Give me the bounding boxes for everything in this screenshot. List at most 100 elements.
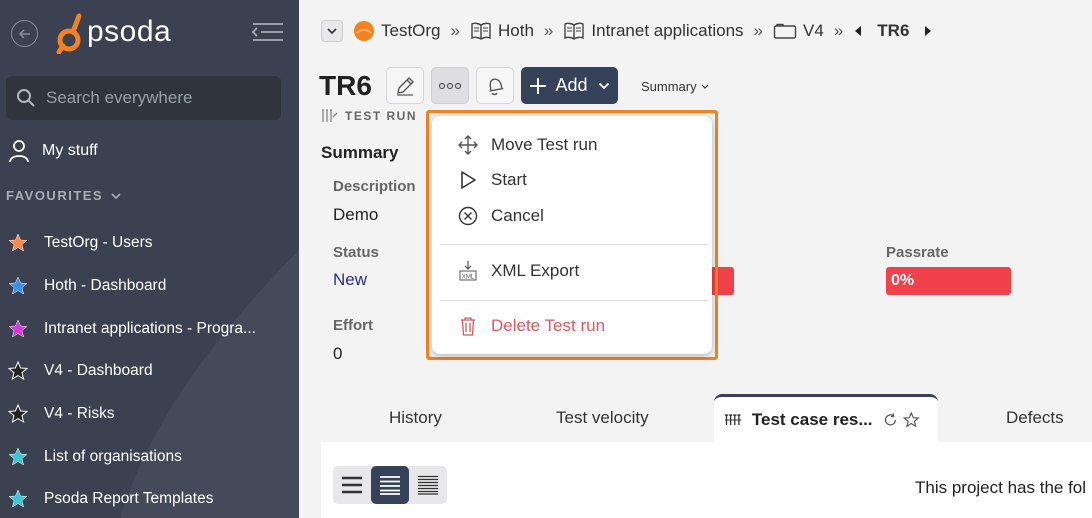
favourites-toggle[interactable]: FAVOURITES xyxy=(6,188,123,203)
test-run-icon xyxy=(724,413,742,425)
folder-icon xyxy=(773,23,797,39)
next-triangle-icon[interactable] xyxy=(923,25,933,37)
add-button[interactable]: Add xyxy=(521,67,618,104)
star-icon xyxy=(8,361,28,381)
xml-file-icon: XML xyxy=(459,261,477,281)
menu-divider xyxy=(440,244,708,245)
list-compact-icon xyxy=(418,475,438,495)
my-stuff-label: My stuff xyxy=(42,142,98,159)
menu-item-label: XML Export xyxy=(491,261,580,280)
search-icon xyxy=(17,89,35,107)
breadcrumb-label: TestOrg xyxy=(381,21,441,40)
status-value[interactable]: New xyxy=(333,270,367,290)
back-button[interactable] xyxy=(11,20,38,47)
tab-test-velocity[interactable]: Test velocity xyxy=(556,394,649,442)
effort-value: 0 xyxy=(333,344,343,363)
favourite-item[interactable]: Psoda Report Templates xyxy=(8,478,293,518)
arrow-left-icon xyxy=(18,28,30,39)
pencil-icon xyxy=(397,76,414,96)
passrate-bar: 0% xyxy=(886,267,1011,295)
edit-button[interactable] xyxy=(386,67,424,104)
collapse-menu-icon xyxy=(251,23,283,41)
favourites-list: TestOrg - Users Hoth - Dashboard Intrane… xyxy=(8,222,293,518)
psoda-logo-icon xyxy=(56,13,82,54)
view-normal-button[interactable] xyxy=(371,466,409,504)
star-icon xyxy=(8,404,28,424)
breadcrumb-item-programme[interactable]: Intranet applications xyxy=(563,21,744,41)
view-density-toggle xyxy=(333,466,447,504)
breadcrumb-item-project[interactable]: V4 xyxy=(773,21,824,41)
book-icon xyxy=(471,22,491,40)
more-horizontal-icon xyxy=(438,82,462,89)
star-icon xyxy=(8,489,28,508)
psoda-logo[interactable]: psoda xyxy=(55,10,171,54)
breadcrumb-label: Hoth xyxy=(498,21,534,40)
favourite-item[interactable]: V4 - Risks xyxy=(8,393,293,436)
breadcrumb-current: TR6 xyxy=(877,21,910,40)
favourite-label: Psoda Report Templates xyxy=(44,490,214,508)
chevron-down-icon xyxy=(598,82,609,89)
menu-item-delete[interactable]: Delete Test run xyxy=(457,315,605,337)
add-label: Add xyxy=(555,75,588,95)
menu-item-start[interactable]: Start xyxy=(457,169,527,191)
search-input[interactable] xyxy=(46,88,266,108)
passrate-value: 0% xyxy=(891,272,915,289)
play-icon xyxy=(461,171,476,189)
tab-defects[interactable]: Defects xyxy=(1006,394,1064,442)
item-type-label: TEST RUN xyxy=(321,108,417,124)
bell-icon xyxy=(489,77,504,95)
refresh-icon[interactable] xyxy=(883,411,898,429)
my-stuff-link[interactable]: My stuff xyxy=(8,139,98,163)
notify-button[interactable] xyxy=(476,67,514,104)
chevron-down-icon xyxy=(111,192,121,199)
menu-item-move[interactable]: Move Test run xyxy=(457,134,597,156)
favourite-label: V4 - Dashboard xyxy=(44,362,153,380)
more-options-button[interactable] xyxy=(431,67,469,104)
status-label: Status xyxy=(333,244,379,261)
description-label: Description xyxy=(333,178,416,195)
breadcrumb-separator: » xyxy=(753,21,764,40)
favourite-item[interactable]: Hoth - Dashboard xyxy=(8,265,293,308)
chevron-down-icon xyxy=(701,84,709,89)
breadcrumb-dropdown-button[interactable] xyxy=(321,20,343,42)
summary-view-dropdown[interactable]: Summary xyxy=(641,79,710,94)
breadcrumb-item-org[interactable]: TestOrg xyxy=(353,20,441,42)
view-comfortable-button[interactable] xyxy=(333,466,371,504)
summary-heading: Summary xyxy=(321,143,399,162)
tab-history[interactable]: History xyxy=(389,394,442,442)
favourite-item[interactable]: Intranet applications - Progra... xyxy=(8,307,293,350)
logo-text: psoda xyxy=(87,15,172,48)
sidebar-collapse-button[interactable] xyxy=(251,21,285,48)
previous-triangle-icon[interactable] xyxy=(853,25,863,37)
favourite-item[interactable]: TestOrg - Users xyxy=(8,222,293,265)
more-options-menu-highlight: Move Test run Start Cancel XML XML Expor… xyxy=(426,110,718,360)
favourite-label: Intranet applications - Progra... xyxy=(44,319,256,337)
tab-test-case-results[interactable]: Test case res... xyxy=(714,394,938,442)
tab-bar: History Test velocity Test case res... D… xyxy=(321,394,1092,442)
breadcrumb-separator: » xyxy=(543,21,554,40)
menu-item-cancel[interactable]: Cancel xyxy=(457,205,544,227)
breadcrumb-item-portfolio[interactable]: Hoth xyxy=(470,21,534,41)
trash-icon xyxy=(461,317,475,336)
breadcrumb-separator: » xyxy=(450,21,460,40)
favourites-heading: FAVOURITES xyxy=(6,188,104,203)
favourite-label: V4 - Risks xyxy=(44,405,115,423)
menu-item-xml-export[interactable]: XML XML Export xyxy=(457,260,579,282)
search-box[interactable] xyxy=(6,76,281,120)
star-icon xyxy=(8,233,28,252)
menu-item-label: Cancel xyxy=(491,206,544,225)
sidebar: psoda My stuff FAVOURITES TestOrg - User… xyxy=(0,0,299,518)
view-compact-button[interactable] xyxy=(409,466,447,504)
test-run-icon xyxy=(322,109,338,122)
favourite-label: List of organisations xyxy=(44,447,182,465)
tab-panel: This project has the fol xyxy=(321,442,1092,518)
list-normal-icon xyxy=(380,476,400,495)
plus-icon xyxy=(530,77,547,94)
star-outline-icon[interactable] xyxy=(903,410,920,430)
favourite-item[interactable]: V4 - Dashboard xyxy=(8,350,293,393)
move-icon xyxy=(458,135,478,155)
breadcrumb-separator: » xyxy=(833,21,844,40)
menu-item-label: Start xyxy=(491,170,527,189)
favourite-item[interactable]: List of organisations xyxy=(8,435,293,478)
menu-item-label: Delete Test run xyxy=(491,316,606,335)
